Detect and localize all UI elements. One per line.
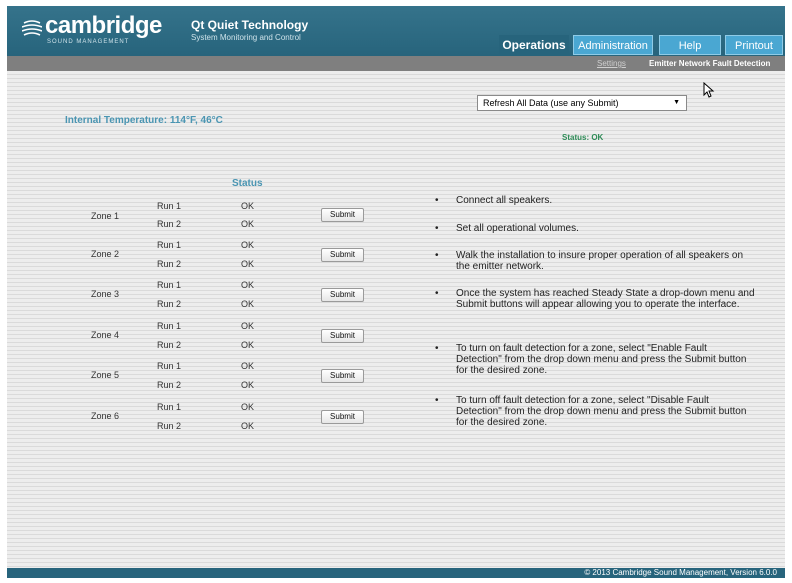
- run-label: Run 2: [157, 219, 182, 229]
- subnav-current-page: Emitter Network Fault Detection: [649, 59, 771, 68]
- instruction-item: • Set all operational volumes.: [435, 223, 755, 234]
- run-status: OK: [241, 280, 255, 290]
- mouse-cursor-icon: [703, 82, 715, 98]
- sub-navigation: Settings Emitter Network Fault Detection: [7, 56, 785, 71]
- instruction-text: Set all operational volumes.: [456, 223, 579, 234]
- app-frame: cambridge SOUND MANAGEMENT Qt Quiet Tech…: [7, 6, 785, 578]
- action-select[interactable]: Refresh All Data (use any Submit) ▼: [477, 95, 687, 111]
- run-status: OK: [241, 321, 255, 331]
- zone-label: Zone 1: [91, 211, 120, 221]
- zone-3-submit-button[interactable]: Submit: [321, 288, 364, 302]
- instruction-item: • Walk the installation to insure proper…: [435, 250, 755, 272]
- run-label: Run 2: [157, 421, 182, 431]
- zone-6-submit-button[interactable]: Submit: [321, 410, 364, 424]
- bullet-icon: •: [435, 288, 439, 299]
- product-title: Qt Quiet Technology: [191, 18, 309, 32]
- run-status: OK: [241, 340, 255, 350]
- run-label: Run 2: [157, 380, 182, 390]
- run-label: Run 1: [157, 280, 182, 290]
- tab-printout[interactable]: Printout: [725, 35, 783, 55]
- run-label: Run 1: [157, 321, 182, 331]
- run-status: OK: [241, 361, 255, 371]
- subnav-settings-link[interactable]: Settings: [597, 56, 626, 71]
- bullet-icon: •: [435, 223, 439, 234]
- main-content: Internal Temperature: 114°F, 46°C Refres…: [7, 71, 785, 568]
- instruction-text: To turn on fault detection for a zone, s…: [456, 343, 747, 376]
- instruction-item: • To turn off fault detection for a zone…: [435, 395, 755, 428]
- status-column-header: Status: [232, 178, 263, 189]
- run-status: OK: [241, 402, 255, 412]
- footer: © 2013 Cambridge Sound Management, Versi…: [7, 568, 785, 578]
- tab-help[interactable]: Help: [659, 35, 721, 55]
- run-status: OK: [241, 201, 255, 211]
- run-label: Run 1: [157, 361, 182, 371]
- zone-label: Zone 5: [91, 370, 120, 380]
- instruction-text: To turn off fault detection for a zone, …: [456, 395, 747, 428]
- instruction-text: Once the system has reached Steady State…: [456, 288, 755, 310]
- instruction-item: • To turn on fault detection for a zone,…: [435, 343, 755, 376]
- zone-label: Zone 4: [91, 330, 120, 340]
- zone-1-submit-button[interactable]: Submit: [321, 208, 364, 222]
- run-status: OK: [241, 219, 255, 229]
- zone-label: Zone 2: [91, 249, 120, 259]
- instruction-item: • Connect all speakers.: [435, 195, 755, 206]
- tab-administration[interactable]: Administration: [573, 35, 653, 55]
- bullet-icon: •: [435, 395, 439, 406]
- dropdown-arrow-icon: ▼: [673, 99, 680, 106]
- run-status: OK: [241, 299, 255, 309]
- zone-2-submit-button[interactable]: Submit: [321, 248, 364, 262]
- status-message: Status: OK: [562, 133, 604, 142]
- bullet-icon: •: [435, 250, 439, 261]
- action-select-value: Refresh All Data (use any Submit): [483, 98, 619, 108]
- run-status: OK: [241, 240, 255, 250]
- header: cambridge SOUND MANAGEMENT Qt Quiet Tech…: [7, 6, 785, 56]
- zone-label: Zone 3: [91, 289, 120, 299]
- instruction-text: Walk the installation to insure proper o…: [456, 250, 744, 272]
- bullet-icon: •: [435, 195, 439, 206]
- zone-label: Zone 6: [91, 411, 120, 421]
- tab-operations[interactable]: Operations: [499, 35, 569, 55]
- zone-4-submit-button[interactable]: Submit: [321, 329, 364, 343]
- run-status: OK: [241, 380, 255, 390]
- instruction-item: • Once the system has reached Steady Sta…: [435, 288, 755, 310]
- run-label: Run 2: [157, 299, 182, 309]
- zone-5-submit-button[interactable]: Submit: [321, 369, 364, 383]
- instruction-text: Connect all speakers.: [456, 195, 553, 206]
- run-status: OK: [241, 421, 255, 431]
- main-tabs: Operations Administration Help Printout: [7, 35, 785, 55]
- run-label: Run 2: [157, 340, 182, 350]
- internal-temperature: Internal Temperature: 114°F, 46°C: [65, 115, 223, 126]
- bullet-icon: •: [435, 343, 439, 354]
- footer-copyright: © 2013 Cambridge Sound Management, Versi…: [584, 568, 777, 577]
- run-label: Run 1: [157, 240, 182, 250]
- run-label: Run 1: [157, 201, 182, 211]
- run-label: Run 1: [157, 402, 182, 412]
- run-label: Run 2: [157, 259, 182, 269]
- run-status: OK: [241, 259, 255, 269]
